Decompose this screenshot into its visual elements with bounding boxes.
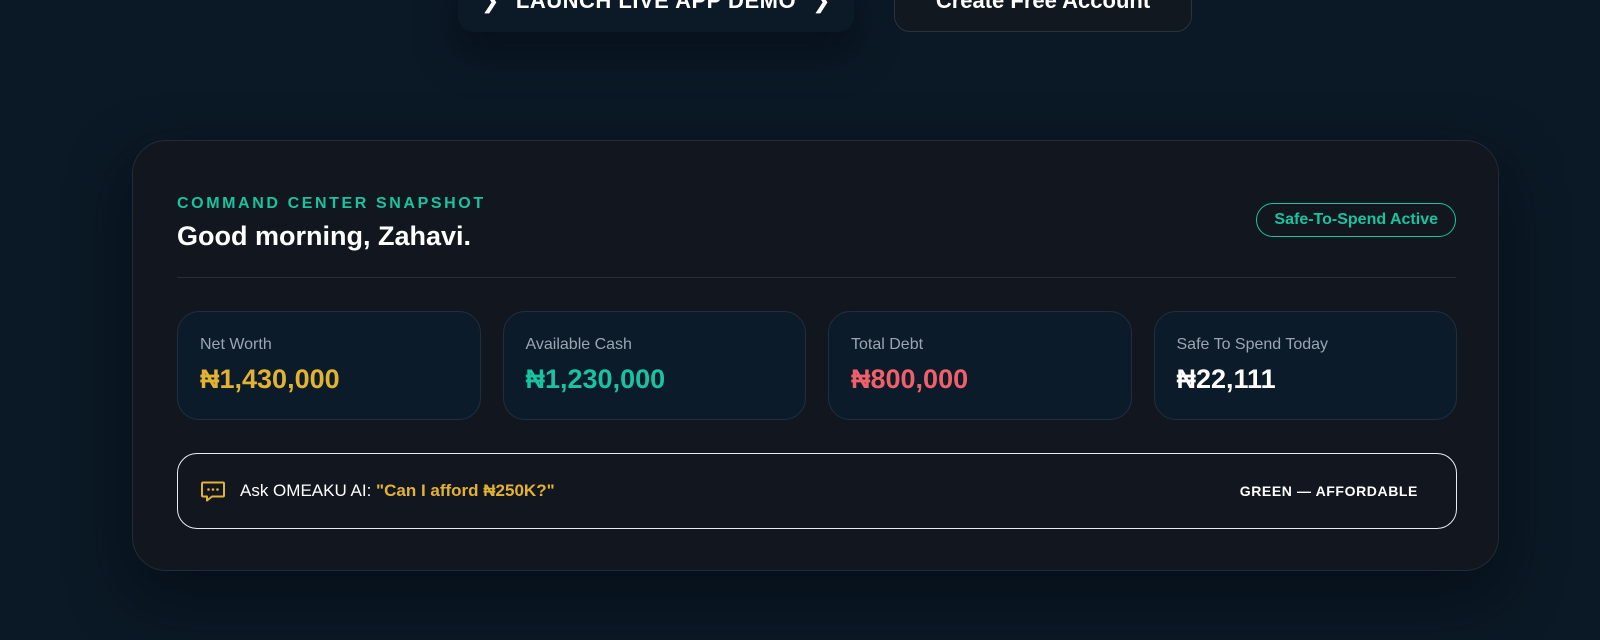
metric-card-total-debt: Total Debt ₦800,000 (828, 311, 1132, 420)
greeting-title: Good morning, Zahavi. (177, 221, 472, 251)
command-center-card: COMMAND CENTER SNAPSHOT Good morning, Za… (132, 140, 1499, 571)
metrics-row: Net Worth ₦1,430,000 Available Cash ₦1,2… (177, 311, 1457, 420)
ask-ai-prompt: Ask OMEAKU AI: "Can I afford ₦250K?" (240, 481, 555, 501)
chevron-right-icon: ❯ (480, 0, 500, 13)
metric-card-available-cash: Available Cash ₦1,230,000 (502, 311, 806, 420)
metric-value: ₦800,000 (851, 364, 969, 394)
create-account-button[interactable]: Create Free Account (894, 0, 1192, 32)
affordability-verdict: GREEN — AFFORDABLE (1239, 483, 1418, 499)
metric-value: ₦1,430,000 (200, 364, 340, 394)
metric-card-net-worth: Net Worth ₦1,430,000 (177, 311, 481, 420)
ask-ai-bar[interactable]: Ask OMEAKU AI: "Can I afford ₦250K?" GRE… (177, 453, 1457, 529)
header-divider (177, 277, 1456, 278)
launch-demo-button[interactable]: ❯ LAUNCH LIVE APP DEMO ❯ (458, 0, 854, 32)
metric-value: ₦22,111 (1176, 364, 1276, 394)
status-badge-label: Safe-To-Spend Active (1274, 211, 1438, 228)
landing-section: ❯ LAUNCH LIVE APP DEMO ❯ Create Free Acc… (0, 0, 1600, 640)
create-account-label: Create Free Account (935, 0, 1151, 13)
metric-value: ₦1,230,000 (525, 364, 666, 394)
metric-label: Safe To Spend Today (1176, 336, 1329, 353)
metric-label: Available Cash (525, 336, 632, 353)
launch-demo-label: LAUNCH LIVE APP DEMO (515, 0, 797, 13)
chat-bubble-icon (200, 478, 226, 504)
metric-card-safe-to-spend: Safe To Spend Today ₦22,111 (1153, 311, 1457, 420)
section-eyebrow: COMMAND CENTER SNAPSHOT (177, 195, 486, 212)
ask-ai-question: "Can I afford ₦250K?" (376, 481, 555, 500)
metric-label: Net Worth (200, 336, 272, 353)
safe-to-spend-status-badge: Safe-To-Spend Active (1256, 203, 1456, 237)
metric-label: Total Debt (851, 336, 924, 353)
arrow-right-icon: ❯ (812, 0, 831, 13)
ask-ai-prefix: Ask OMEAKU AI: (240, 481, 377, 500)
